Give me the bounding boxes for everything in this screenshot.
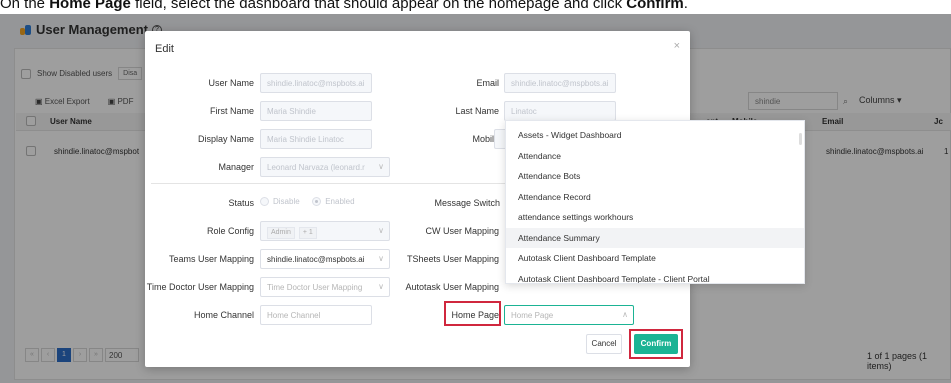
email-label: Email	[476, 78, 499, 88]
home-page-option[interactable]: attendance settings workhours	[506, 207, 804, 228]
last-name-field[interactable]: Linatoc	[504, 101, 616, 121]
home-channel-label: Home Channel	[193, 310, 254, 320]
dropdown-scrollbar[interactable]	[799, 133, 802, 145]
display-name-field[interactable]: Maria Shindie Linatoc	[260, 129, 372, 149]
status-enabled-radio[interactable]: Enabled	[312, 197, 355, 206]
time-doctor-user-mapping-label: Time Doctor User Mapping	[146, 282, 254, 292]
cancel-button[interactable]: Cancel	[586, 334, 622, 354]
chevron-down-icon: ∨	[378, 226, 384, 235]
first-name-label: First Name	[209, 106, 254, 116]
cw-user-mapping-label: CW User Mapping	[425, 226, 499, 236]
home-page-option[interactable]: Autotask Client Dashboard Template	[506, 248, 804, 269]
tsheets-user-mapping-label: TSheets User Mapping	[406, 254, 499, 264]
autotask-user-mapping-label: Autotask User Mapping	[405, 282, 499, 292]
email-field[interactable]: shindie.linatoc@mspbots.ai	[504, 73, 616, 93]
status-radio-group: Disable Enabled	[260, 197, 365, 208]
status-disable-radio[interactable]: Disable	[260, 197, 300, 206]
chevron-up-icon: ∧	[622, 310, 628, 319]
confirm-button[interactable]: Confirm	[634, 334, 678, 354]
home-page-options: Assets - Widget Dashboard Attendance Atten…	[506, 121, 804, 284]
first-name-field[interactable]: Maria Shindie	[260, 101, 372, 121]
home-page-option[interactable]: Attendance	[506, 146, 804, 167]
home-page-dropdown: Assets - Widget Dashboard Attendance Atten…	[505, 120, 805, 284]
dialog-title: Edit	[155, 43, 174, 55]
display-name-label: Display Name	[197, 134, 254, 144]
role-more-tag: + 1	[298, 227, 317, 239]
home-page-label: Home Page	[451, 310, 499, 320]
home-page-option[interactable]: Assets - Widget Dashboard	[506, 125, 804, 146]
manager-select[interactable]: Leonard Narvaza (leonard.r ∨	[260, 157, 390, 177]
role-tag: Admin	[267, 227, 295, 239]
home-page-option[interactable]: Attendance Record	[506, 187, 804, 208]
home-page-option[interactable]: Autotask Client Dashboard Template - Cli…	[506, 269, 804, 284]
close-icon[interactable]: ×	[674, 40, 680, 52]
user-name-field[interactable]: shindie.linatoc@mspbots.ai	[260, 73, 372, 93]
home-page-option[interactable]: Attendance Bots	[506, 166, 804, 187]
chevron-down-icon: ∨	[378, 254, 384, 263]
teams-user-mapping-label: Teams User Mapping	[168, 254, 254, 264]
task-instruction: On the Home Page field, select the dashb…	[0, 0, 688, 12]
role-config-label: Role Config	[206, 226, 254, 236]
manager-label: Manager	[218, 162, 254, 172]
home-page-select[interactable]: Home Page ∧	[504, 305, 634, 325]
user-name-label: User Name	[208, 78, 254, 88]
message-switch-label: Message Switch	[434, 198, 500, 208]
role-config-select[interactable]: Admin + 1 ∨	[260, 221, 390, 241]
home-channel-input[interactable]: Home Channel	[260, 305, 372, 325]
teams-user-mapping-select[interactable]: shindie.linatoc@mspbots.ai ∨	[260, 249, 390, 269]
status-label: Status	[228, 198, 254, 208]
chevron-down-icon: ∨	[378, 162, 384, 171]
last-name-label: Last Name	[455, 106, 499, 116]
home-page-option[interactable]: Attendance Summary	[506, 227, 804, 248]
time-doctor-user-mapping-select[interactable]: Time Doctor User Mapping ∨	[260, 277, 390, 297]
chevron-down-icon: ∨	[378, 282, 384, 291]
